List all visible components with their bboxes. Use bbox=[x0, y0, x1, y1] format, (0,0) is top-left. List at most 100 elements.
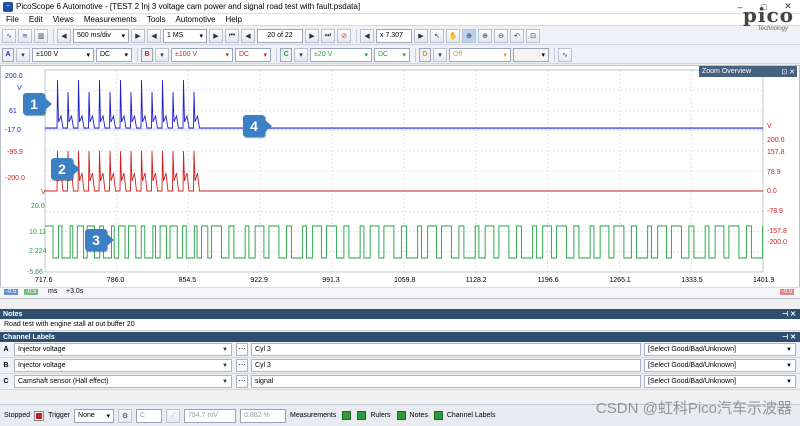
timebase-down-icon[interactable]: ◀ bbox=[57, 28, 71, 43]
buffer-navigator[interactable]: 20 of 22 bbox=[257, 28, 303, 43]
channel-a-range[interactable]: ±100 V ▾ bbox=[32, 47, 94, 62]
channel-a-options-icon[interactable]: ▾ bbox=[16, 47, 30, 62]
waveform-plot[interactable] bbox=[1, 66, 799, 286]
zoom-out-icon[interactable]: ⊖ bbox=[494, 28, 508, 43]
buffer-first-icon[interactable]: ⏮ bbox=[225, 28, 239, 43]
more-options-button[interactable]: ⋯ bbox=[236, 343, 248, 356]
channel-d-tag[interactable]: D bbox=[419, 47, 431, 62]
menu-views[interactable]: Views bbox=[53, 15, 74, 24]
measurements-label: Measurements bbox=[290, 412, 337, 419]
rating-select[interactable]: [Select Good/Bad/Unknown] ▼ bbox=[644, 375, 796, 388]
menu-edit[interactable]: Edit bbox=[29, 15, 43, 24]
channel-c-range[interactable]: ±20 V ▾ bbox=[310, 47, 372, 62]
buffer-last-icon[interactable]: ⏭ bbox=[321, 28, 335, 43]
label-field[interactable]: signal bbox=[251, 375, 641, 388]
channel-b-options-icon[interactable]: ▾ bbox=[155, 47, 169, 62]
channel-c-axis-mid2: 2.224 bbox=[29, 248, 47, 255]
notes-textarea[interactable]: Road test with engine stall at out buffe… bbox=[0, 319, 800, 331]
spectrum-mode-icon[interactable]: ▥ bbox=[34, 28, 48, 43]
x-tick-label: 1265.1 bbox=[609, 277, 631, 284]
row-letter: C bbox=[3, 378, 9, 385]
trigger-mode-select[interactable]: None ▾ bbox=[74, 408, 115, 423]
notes-button[interactable] bbox=[432, 411, 443, 420]
timebase-up-icon[interactable]: ▶ bbox=[131, 28, 145, 43]
ruler-handle-left-2[interactable]: -0.5 bbox=[24, 289, 39, 295]
pin-icon[interactable]: ⊣ ✕ bbox=[782, 310, 796, 318]
zoom-up-icon[interactable]: ▶ bbox=[414, 28, 428, 43]
menu-help[interactable]: Help bbox=[226, 15, 242, 24]
label-field[interactable]: Cyl 3 bbox=[251, 343, 641, 356]
zoom-overview-panel[interactable]: Zoom Overview ⊡ ✕ bbox=[699, 66, 797, 77]
menu-bar: File Edit Views Measurements Tools Autom… bbox=[0, 14, 800, 26]
x-tick-label: 991.3 bbox=[322, 277, 340, 284]
pointer-tool-icon[interactable]: ↖ bbox=[430, 28, 444, 43]
menu-tools[interactable]: Tools bbox=[147, 15, 166, 24]
right-axis-label-4: 0.0 bbox=[767, 188, 777, 195]
rating-value: [Select Good/Bad/Unknown] bbox=[648, 346, 736, 353]
zoom-down-icon[interactable]: ◀ bbox=[360, 28, 374, 43]
menu-measurements[interactable]: Measurements bbox=[84, 15, 137, 24]
channel-d-options-icon[interactable]: ▾ bbox=[433, 47, 447, 62]
channel-d-range[interactable]: Off ▾ bbox=[449, 47, 511, 62]
ruler-handle-left-1[interactable]: -0.5 bbox=[4, 289, 19, 295]
trigger-level-field[interactable]: 754.7 mV bbox=[184, 408, 237, 423]
scope-mode-icon[interactable]: ∿ bbox=[2, 28, 16, 43]
rating-select[interactable]: [Select Good/Bad/Unknown] ▼ bbox=[644, 359, 796, 372]
pin-icon[interactable]: ⊣ ✕ bbox=[782, 333, 796, 341]
buffer-prev-icon[interactable]: ◀ bbox=[241, 28, 255, 43]
signal-generator-icon[interactable]: ∿ bbox=[558, 47, 572, 62]
sensor-select[interactable]: Camshaft sensor (Hall effect) ▼ bbox=[14, 375, 232, 388]
label-field[interactable]: Cyl 3 bbox=[251, 359, 641, 372]
samples-down-icon[interactable]: ◀ bbox=[147, 28, 161, 43]
channel-b-range[interactable]: ±100 V ▾ bbox=[171, 47, 233, 62]
trigger-channel-select[interactable]: C bbox=[136, 408, 163, 423]
time-ruler-bar: -0.5 -0.5 ms +3.0s -0.5 bbox=[0, 287, 800, 298]
callout-4: 4 bbox=[243, 115, 272, 137]
menu-file[interactable]: File bbox=[6, 15, 19, 24]
pretrigger-value: 0.882 % bbox=[244, 412, 270, 419]
watermark: CSDN @虹科Pico汽车示波器 bbox=[595, 400, 792, 417]
menu-automotive[interactable]: Automotive bbox=[176, 15, 216, 24]
undo-zoom-icon[interactable]: ↶ bbox=[510, 28, 524, 43]
zoom-region-icon[interactable]: ⊕ bbox=[462, 28, 476, 43]
chevron-down-icon: ▼ bbox=[222, 362, 228, 369]
more-options-button[interactable]: ⋯ bbox=[236, 375, 248, 388]
pretrigger-field[interactable]: 0.882 % bbox=[240, 408, 287, 423]
chevron-down-icon: ▼ bbox=[786, 378, 792, 385]
scope-view[interactable]: Zoom Overview ⊡ ✕ 200.0 V 61 -17.0 -95.9… bbox=[0, 65, 800, 299]
app-icon: ~ bbox=[3, 1, 13, 12]
trigger-edge-icon[interactable]: ⟋ bbox=[166, 408, 181, 423]
channel-b-coupling[interactable]: DC ▾ bbox=[235, 47, 271, 62]
rulers-button[interactable] bbox=[395, 411, 406, 420]
zoom-fit-icon[interactable]: ⊡ bbox=[526, 28, 540, 43]
channel-c-options-icon[interactable]: ▾ bbox=[294, 47, 308, 62]
samples-select[interactable]: 1 MS ▾ bbox=[163, 28, 207, 43]
channel-d-range-value: Off bbox=[453, 51, 463, 58]
trigger-options-icon[interactable]: ⚙ bbox=[118, 408, 133, 423]
sensor-select[interactable]: Injector voltage ▼ bbox=[14, 359, 232, 372]
channel-c-coupling[interactable]: DC ▾ bbox=[374, 47, 410, 62]
hand-tool-icon[interactable]: ✋ bbox=[446, 28, 460, 43]
persistence-mode-icon[interactable]: ≋ bbox=[18, 28, 32, 43]
zoom-in-icon[interactable]: ⊕ bbox=[478, 28, 492, 43]
zoom-overview-close-icon[interactable]: ⊡ ✕ bbox=[781, 68, 795, 76]
channel-d-coupling[interactable]: ▾ bbox=[513, 47, 549, 62]
sensor-select[interactable]: Injector voltage ▼ bbox=[14, 343, 232, 356]
add-measurement-button[interactable] bbox=[340, 411, 352, 420]
rating-select[interactable]: [Select Good/Bad/Unknown] ▼ bbox=[644, 343, 796, 356]
buffer-next-icon[interactable]: ▶ bbox=[305, 28, 319, 43]
separator bbox=[137, 47, 138, 62]
remove-measurement-button[interactable] bbox=[355, 411, 367, 420]
channel-a-coupling[interactable]: DC ▾ bbox=[96, 47, 132, 62]
ruler-handle-right[interactable]: -0.5 bbox=[780, 289, 795, 295]
channel-c-tag[interactable]: C bbox=[280, 47, 292, 62]
run-stop-button[interactable] bbox=[34, 410, 45, 421]
stopwatch-icon[interactable]: ⊘ bbox=[337, 28, 351, 43]
channel-a-tag[interactable]: A bbox=[2, 47, 14, 62]
channel-b-tag[interactable]: B bbox=[141, 47, 153, 62]
zoom-factor[interactable]: x 7.307 bbox=[376, 28, 412, 43]
more-options-button[interactable]: ⋯ bbox=[236, 359, 248, 372]
samples-up-icon[interactable]: ▶ bbox=[209, 28, 223, 43]
channel-c-coupling-value: DC bbox=[378, 51, 389, 58]
timebase-select[interactable]: 500 ms/div ▾ bbox=[73, 28, 129, 43]
